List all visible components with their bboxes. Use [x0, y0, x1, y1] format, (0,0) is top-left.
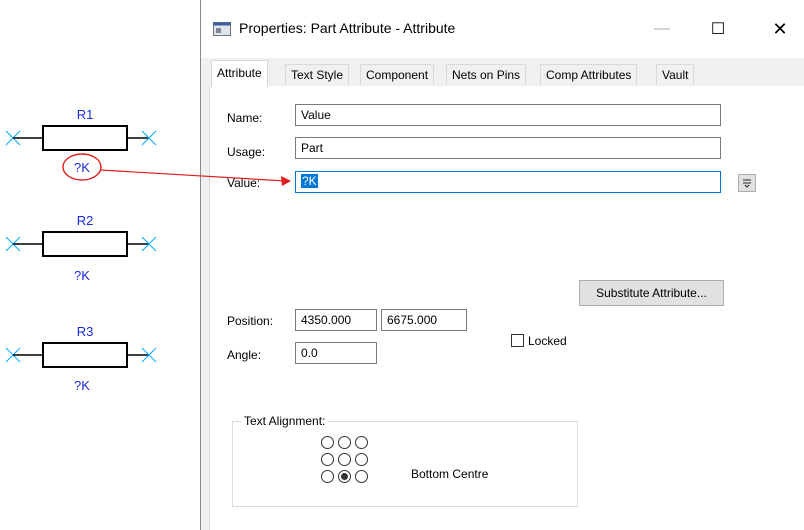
align-bottom-centre-radio[interactable] [338, 470, 351, 483]
attribute-tab-panel: Name: Usage: Value: ?K Substitute Attrib… [209, 86, 804, 530]
r2-ref-label[interactable]: R2 [65, 213, 105, 228]
locked-checkbox[interactable] [511, 334, 524, 347]
alignment-value-text: Bottom Centre [411, 467, 489, 481]
locked-label[interactable]: Locked [528, 334, 567, 348]
schematic-canvas[interactable]: R1 ?K R2 ?K R3 ?K [0, 0, 200, 530]
usage-label: Usage: [227, 145, 266, 159]
align-middle-right-radio[interactable] [355, 453, 368, 466]
angle-label: Angle: [227, 348, 262, 362]
tab-comp-attributes[interactable]: Comp Attributes [540, 64, 638, 85]
substitute-attribute-button[interactable]: Substitute Attribute... [579, 280, 724, 306]
align-top-right-radio[interactable] [355, 436, 368, 449]
r1-value-label[interactable]: ?K [62, 160, 102, 175]
r3-ref-label[interactable]: R3 [65, 324, 105, 339]
angle-field[interactable] [295, 342, 377, 364]
text-alignment-legend: Text Alignment: [241, 414, 329, 428]
minimize-button[interactable]: — [639, 13, 685, 45]
tab-vault[interactable]: Vault [656, 64, 695, 85]
align-bottom-left-radio[interactable] [321, 470, 334, 483]
align-top-left-radio[interactable] [321, 436, 334, 449]
maximize-button[interactable]: ☐ [695, 13, 741, 45]
value-field-text: ?K [301, 174, 318, 188]
name-field[interactable] [295, 104, 721, 126]
schematic-drawing [5, 125, 157, 368]
resistor-r3[interactable] [5, 342, 157, 368]
position-y-field[interactable] [381, 309, 467, 331]
usage-field[interactable] [295, 137, 721, 159]
tab-nets-on-pins[interactable]: Nets on Pins [446, 64, 527, 85]
align-bottom-right-radio[interactable] [355, 470, 368, 483]
value-label: Value: [227, 176, 261, 190]
align-middle-centre-radio[interactable] [338, 453, 351, 466]
value-options-button[interactable] [738, 174, 756, 192]
resistor-r2[interactable] [5, 231, 157, 257]
dialog-title: Properties: Part Attribute - Attribute [239, 20, 456, 36]
close-button[interactable]: ✕ [757, 13, 803, 45]
name-label: Name: [227, 111, 263, 125]
text-alignment-group: Text Alignment: Bottom Centre [232, 414, 578, 507]
r3-value-label[interactable]: ?K [62, 378, 102, 393]
value-field[interactable]: ?K [295, 171, 721, 193]
r2-value-label[interactable]: ?K [62, 268, 102, 283]
position-label: Position: [227, 314, 274, 328]
position-x-field[interactable] [295, 309, 377, 331]
title-bar[interactable]: Properties: Part Attribute - Attribute —… [201, 0, 804, 58]
tab-component[interactable]: Component [360, 64, 435, 85]
align-middle-left-radio[interactable] [321, 453, 334, 466]
r1-ref-label[interactable]: R1 [65, 107, 105, 122]
tab-attribute[interactable]: Attribute [211, 60, 268, 87]
dialog-icon [213, 22, 231, 36]
tab-text-style[interactable]: Text Style [285, 64, 350, 85]
properties-dialog: Properties: Part Attribute - Attribute —… [200, 0, 804, 530]
list-options-icon [743, 179, 751, 188]
align-top-centre-radio[interactable] [338, 436, 351, 449]
tab-strip: Attribute Text Style Component Nets on P… [209, 60, 804, 87]
